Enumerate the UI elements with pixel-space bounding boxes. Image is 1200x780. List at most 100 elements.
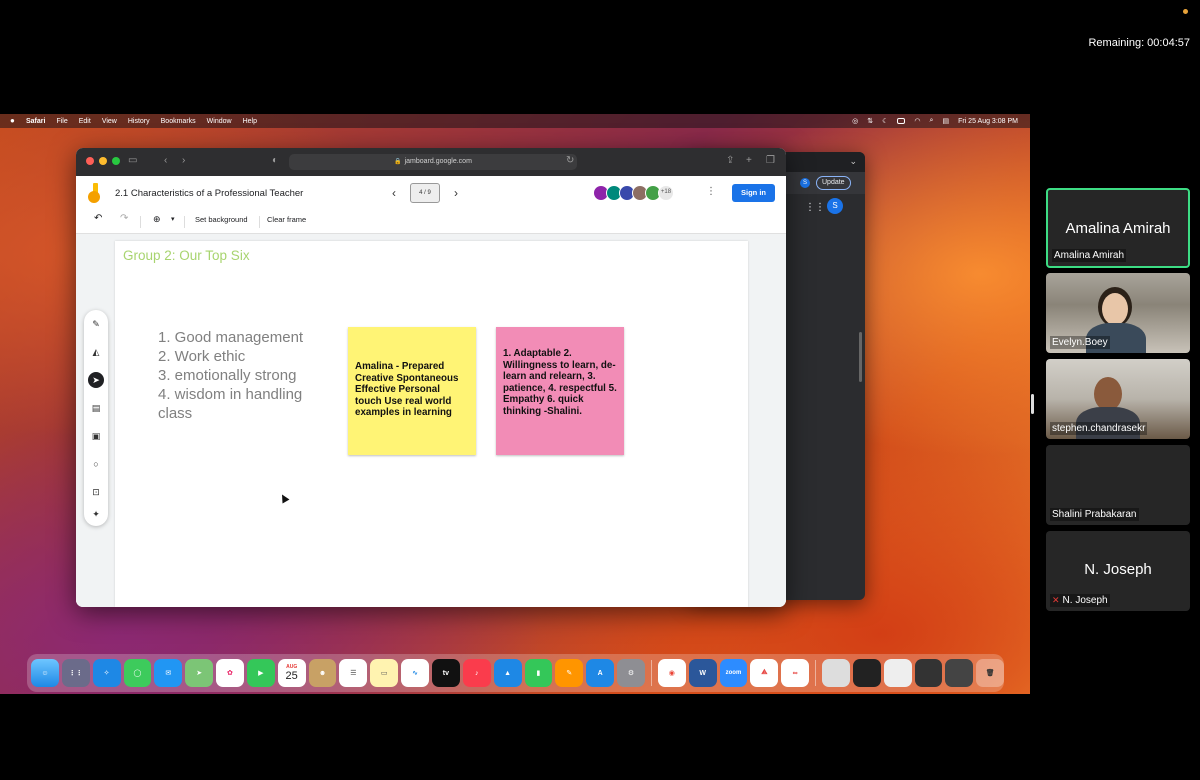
collaborator-avatars[interactable]: +18 bbox=[593, 185, 674, 201]
more-collaborators-badge[interactable]: +18 bbox=[658, 185, 674, 201]
zoom-window-button[interactable] bbox=[112, 157, 120, 165]
pen-icon[interactable]: ✎ bbox=[88, 316, 104, 332]
mail-icon[interactable]: ✉ bbox=[154, 659, 183, 687]
update-button[interactable]: Update bbox=[816, 176, 851, 190]
system-settings-icon[interactable]: ⚙ bbox=[617, 659, 645, 687]
moon-icon[interactable]: ☾ bbox=[882, 117, 888, 125]
word-icon[interactable]: W bbox=[688, 659, 717, 687]
jamboard-logo-icon[interactable] bbox=[88, 183, 102, 203]
participant-tile[interactable]: Shalini Prabakaran bbox=[1046, 445, 1190, 525]
sign-in-button[interactable]: Sign in bbox=[732, 184, 775, 202]
control-center-icon[interactable]: ▤ bbox=[942, 117, 949, 125]
close-window-button[interactable] bbox=[86, 157, 94, 165]
redo-icon[interactable]: ↷ bbox=[120, 213, 128, 224]
image-icon[interactable]: ▣ bbox=[88, 428, 104, 444]
menu-history[interactable]: History bbox=[128, 118, 150, 125]
share-icon[interactable]: ⇪ bbox=[726, 155, 734, 166]
participant-tile[interactable]: N. Joseph ✕ N. Joseph bbox=[1046, 531, 1190, 611]
creative-cloud-icon[interactable]: ∞ bbox=[781, 659, 810, 687]
safari-icon[interactable]: ✧ bbox=[92, 659, 121, 687]
back-icon[interactable]: ‹ bbox=[164, 155, 167, 166]
frame-title[interactable]: Group 2: Our Top Six bbox=[123, 248, 250, 263]
sticky-note-yellow[interactable]: Amalina - Prepared Creative Spontaneous … bbox=[348, 327, 476, 455]
chevron-down-icon[interactable]: ⌄ bbox=[849, 156, 857, 167]
apple-icon[interactable]: ● bbox=[10, 116, 20, 126]
apple-tv-icon[interactable]: tv bbox=[431, 659, 460, 687]
eraser-icon[interactable]: ◭ bbox=[88, 344, 104, 360]
participant-tile[interactable]: Evelyn.Boey bbox=[1046, 273, 1190, 353]
zoom-app-icon[interactable]: zoom bbox=[719, 659, 748, 687]
reload-icon[interactable]: ↻ bbox=[566, 155, 574, 166]
app-store-icon[interactable]: A bbox=[586, 659, 615, 687]
undo-icon[interactable]: ↶ bbox=[94, 213, 102, 224]
messages-icon[interactable]: ◯ bbox=[123, 659, 152, 687]
more-options-icon[interactable]: ⋮ bbox=[706, 186, 716, 197]
maps-icon[interactable]: ➤ bbox=[185, 659, 214, 687]
wifi-icon[interactable]: ◠ bbox=[914, 117, 920, 125]
acrobat-icon[interactable]: ⟁ bbox=[750, 659, 779, 687]
zoom-icon[interactable]: ⊕ bbox=[153, 214, 161, 225]
trash-icon[interactable]: 🗑 bbox=[976, 659, 1005, 687]
profile-avatar[interactable]: S bbox=[800, 178, 810, 188]
launchpad-icon[interactable]: ⋮⋮ bbox=[61, 659, 90, 687]
recent-document-icon[interactable] bbox=[822, 659, 850, 687]
privacy-shield-icon[interactable]: ◐ bbox=[272, 155, 278, 166]
menu-bookmarks[interactable]: Bookmarks bbox=[161, 118, 196, 125]
forward-icon[interactable]: › bbox=[182, 155, 185, 166]
recent-document-icon[interactable] bbox=[883, 659, 912, 687]
menu-safari[interactable]: Safari bbox=[26, 118, 45, 125]
chrome-icon[interactable]: ◉ bbox=[657, 659, 686, 687]
text-box-list[interactable]: 1. Good management 2. Work ethic 3. emot… bbox=[158, 328, 328, 423]
sidebar-icon[interactable]: ▭ bbox=[128, 155, 137, 166]
resize-handle[interactable] bbox=[1031, 394, 1034, 414]
set-background-button[interactable]: Set background bbox=[195, 215, 248, 224]
text-box-icon[interactable]: ⊡ bbox=[88, 484, 104, 500]
zoom-dropdown-icon[interactable]: ▾ bbox=[171, 215, 175, 223]
prev-frame-icon[interactable]: ‹ bbox=[392, 186, 396, 200]
participant-tile[interactable]: Amalina Amirah Amalina Amirah bbox=[1046, 188, 1190, 268]
menu-file[interactable]: File bbox=[56, 118, 67, 125]
recent-window-icon[interactable] bbox=[945, 659, 974, 687]
apps-grid-icon[interactable]: ⋮⋮ bbox=[805, 202, 825, 213]
battery-icon[interactable] bbox=[897, 118, 906, 124]
recent-window-icon[interactable] bbox=[852, 659, 881, 687]
search-icon[interactable]: ⌕ bbox=[930, 117, 934, 125]
circle-icon[interactable]: ○ bbox=[88, 456, 104, 472]
tab-overview-icon[interactable]: ❐ bbox=[766, 155, 775, 166]
scrollbar[interactable] bbox=[859, 332, 862, 382]
music-icon[interactable]: ♪ bbox=[462, 659, 491, 687]
clock[interactable]: Fri 25 Aug 3:08 PM bbox=[958, 118, 1018, 125]
account-avatar[interactable]: S bbox=[827, 198, 843, 214]
airdrop-icon[interactable]: ⇅ bbox=[867, 117, 873, 125]
recent-window-icon[interactable] bbox=[914, 659, 943, 687]
laser-icon[interactable]: ✦ bbox=[88, 506, 104, 522]
sticky-note-pink[interactable]: 1. Adaptable 2. Willingness to learn, de… bbox=[496, 327, 624, 455]
select-icon[interactable]: ➤ bbox=[88, 372, 104, 388]
minimize-window-button[interactable] bbox=[99, 157, 107, 165]
next-frame-icon[interactable]: › bbox=[454, 186, 458, 200]
finder-icon[interactable]: ☺ bbox=[31, 659, 59, 687]
contacts-icon[interactable]: ☻ bbox=[308, 659, 337, 687]
jam-frame[interactable]: Group 2: Our Top Six 1. Good management … bbox=[115, 241, 748, 607]
jam-title[interactable]: 2.1 Characteristics of a Professional Te… bbox=[115, 188, 303, 199]
notes-icon[interactable]: ▭ bbox=[370, 659, 399, 687]
address-bar[interactable]: 🔒 jamboard.google.com bbox=[289, 154, 577, 170]
focus-icon[interactable]: ◎ bbox=[852, 117, 858, 125]
freeform-icon[interactable]: ∿ bbox=[401, 659, 429, 687]
pages-icon[interactable]: ✎ bbox=[555, 659, 584, 687]
clear-frame-button[interactable]: Clear frame bbox=[267, 215, 306, 224]
photos-icon[interactable]: ✿ bbox=[216, 659, 244, 687]
menu-view[interactable]: View bbox=[102, 118, 117, 125]
sticky-note-icon[interactable]: ▤ bbox=[88, 400, 104, 416]
participant-tile[interactable]: stephen.chandrasekr bbox=[1046, 359, 1190, 439]
keynote-icon[interactable]: ▲ bbox=[493, 659, 522, 687]
menu-help[interactable]: Help bbox=[243, 118, 257, 125]
numbers-icon[interactable]: ▮ bbox=[524, 659, 553, 687]
facetime-icon[interactable]: ▶ bbox=[246, 659, 275, 687]
calendar-icon[interactable]: AUG 25 bbox=[277, 659, 306, 687]
frame-bar-toggle[interactable]: 4 / 9 bbox=[410, 183, 440, 203]
menu-window[interactable]: Window bbox=[207, 118, 232, 125]
new-tab-icon[interactable]: + bbox=[746, 155, 752, 166]
reminders-icon[interactable]: ☰ bbox=[339, 659, 368, 687]
menu-edit[interactable]: Edit bbox=[79, 118, 91, 125]
